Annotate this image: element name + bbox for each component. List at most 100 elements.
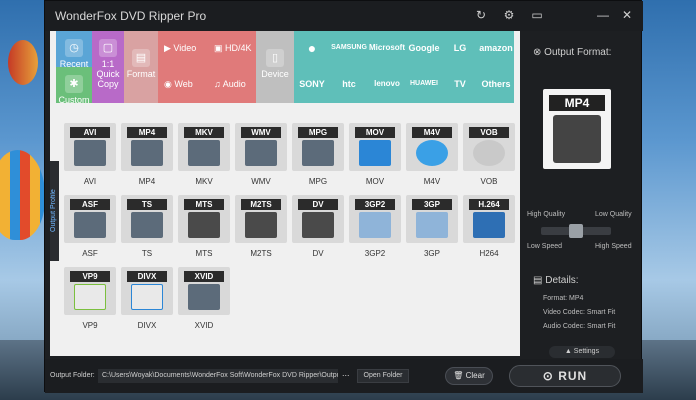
high-quality-label: High Quality — [527, 211, 566, 218]
samsung-brand[interactable]: SAMSUNG — [330, 31, 368, 67]
video-tab[interactable]: ▶ Video — [158, 31, 210, 67]
minimize-icon[interactable]: — — [595, 7, 611, 23]
run-button[interactable]: ⊙ RUN — [509, 365, 621, 387]
format-label: WMV — [251, 177, 271, 186]
settings-button[interactable]: ▲ Settings — [549, 346, 615, 358]
close-circle-icon[interactable]: ⊗ — [533, 47, 544, 58]
clear-label: Clear — [465, 371, 485, 380]
format-tile: MP4 — [121, 123, 173, 171]
format-m2ts[interactable]: M2TS M2TS — [233, 195, 289, 267]
app-title: WonderFox DVD Ripper Pro — [55, 9, 207, 23]
quality-slider-knob[interactable] — [569, 224, 583, 238]
details-video-codec: Video Codec: Smart Fit — [543, 309, 616, 316]
web-tab[interactable]: ◉ Web — [158, 67, 210, 103]
video-art-icon — [553, 115, 601, 163]
trash-icon: 🗑 — [453, 371, 466, 380]
vp9-encoder-icon — [74, 284, 106, 310]
others-brand[interactable]: Others — [478, 67, 514, 103]
tv-brand[interactable]: TV — [442, 67, 478, 103]
device-tab[interactable]: ▯ Device — [256, 31, 294, 103]
video-art-icon — [131, 212, 163, 238]
clear-button[interactable]: 🗑 Clear — [445, 367, 493, 385]
output-folder-label: Output Folder: — [50, 372, 95, 379]
format-label: Format — [126, 69, 156, 79]
format-code: AVI — [70, 127, 110, 138]
run-icon: ⊙ — [542, 369, 559, 383]
format-tile: VOB — [463, 123, 515, 171]
format-m4v[interactable]: M4V M4V — [404, 123, 460, 195]
format-asf[interactable]: ASF ASF — [62, 195, 118, 267]
custom-tab[interactable]: ✱ Custom — [56, 67, 92, 105]
format-tile: MOV — [349, 123, 401, 171]
open-folder-button[interactable]: Open Folder — [357, 369, 409, 383]
amazon-brand[interactable]: amazon — [478, 31, 514, 67]
output-profile-tab[interactable]: Output Profile — [50, 161, 59, 261]
quick-copy-tab[interactable]: ▢ 1:1 Quick Copy — [92, 31, 124, 103]
format-label: 3GP2 — [364, 249, 386, 258]
format-vob[interactable]: VOB VOB — [461, 123, 517, 195]
format-xvid[interactable]: XVID XVID — [176, 267, 232, 339]
format-wmv[interactable]: WMV WMV — [233, 123, 289, 195]
format-code: MTS — [184, 199, 224, 210]
google-brand[interactable]: Google — [406, 31, 442, 67]
apple-brand[interactable]: ● — [294, 31, 330, 67]
format-dv[interactable]: DV DV — [290, 195, 346, 267]
format-tile: XVID — [178, 267, 230, 315]
video-art-icon — [74, 212, 106, 238]
format-mpg[interactable]: MPG MPG — [290, 123, 346, 195]
output-folder-path[interactable]: C:\Users\Woyak\Documents\WonderFox Soft\… — [98, 369, 338, 383]
format-label: H264 — [479, 249, 499, 258]
video-label: Video — [173, 43, 197, 53]
format-tile: H.264 — [463, 195, 515, 243]
format-mts[interactable]: MTS MTS — [176, 195, 232, 267]
format-tile: M4V — [406, 123, 458, 171]
microsoft-brand[interactable]: Microsoft — [368, 31, 406, 67]
quality-slider[interactable] — [541, 224, 611, 238]
format-tile: AVI — [64, 123, 116, 171]
huawei-brand[interactable]: HUAWEI — [406, 67, 442, 103]
format-label: VP9 — [82, 321, 98, 330]
format-tile: WMV — [235, 123, 287, 171]
format-tile: 3GP — [406, 195, 458, 243]
recent-tab[interactable]: ◷ Recent — [56, 31, 92, 69]
format-label: AVI — [83, 177, 97, 186]
format-label: MOV — [365, 177, 385, 186]
low-speed-label: Low Speed — [527, 243, 563, 250]
chat-icon[interactable]: ▭ — [529, 7, 545, 23]
format-mov[interactable]: MOV MOV — [347, 123, 403, 195]
format-code: WMV — [241, 127, 281, 138]
lenovo-brand[interactable]: lenovo — [368, 67, 406, 103]
audio-tab[interactable]: ♫ Audio — [210, 67, 256, 103]
refresh-icon[interactable]: ↻ — [473, 7, 489, 23]
copy-icon: ▢ — [99, 39, 117, 57]
close-icon[interactable]: ✕ — [619, 7, 635, 23]
format-code: VOB — [469, 127, 509, 138]
settings-icon[interactable]: ⚙ — [501, 7, 517, 23]
format-label: 3GP — [423, 249, 440, 258]
format-tile: ASF — [64, 195, 116, 243]
video-art-icon — [188, 140, 220, 166]
format-tab[interactable]: ▤ Format — [124, 31, 158, 103]
browse-button[interactable]: ... — [342, 368, 354, 382]
output-format-label: Output Format: — [544, 47, 612, 58]
format-3gp[interactable]: 3GP 3GP — [404, 195, 460, 267]
web-label: Web — [174, 79, 193, 89]
selected-format-preview[interactable]: MP4 — [543, 89, 611, 169]
format-mp4[interactable]: MP4 MP4 — [119, 123, 175, 195]
selected-format-code: MP4 — [549, 95, 605, 111]
format-vp9[interactable]: VP9 VP9 — [62, 267, 118, 339]
format-h264[interactable]: H.264 H264 — [461, 195, 517, 267]
details-icon: ▤ — [533, 275, 546, 286]
format-divx[interactable]: DIVX DIVX — [119, 267, 175, 339]
hd4k-tab[interactable]: ▣ HD/4K — [210, 31, 256, 67]
format-3gp2[interactable]: 3GP2 3GP2 — [347, 195, 403, 267]
format-code: 3GP2 — [355, 199, 395, 210]
format-tile: VP9 — [64, 267, 116, 315]
lg-brand[interactable]: LG — [442, 31, 478, 67]
format-mkv[interactable]: MKV MKV — [176, 123, 232, 195]
sony-brand[interactable]: SONY — [294, 67, 330, 103]
format-avi[interactable]: AVI AVI — [62, 123, 118, 195]
format-ts[interactable]: TS TS — [119, 195, 175, 267]
high-speed-label: High Speed — [595, 243, 632, 250]
htc-brand[interactable]: htc — [330, 67, 368, 103]
